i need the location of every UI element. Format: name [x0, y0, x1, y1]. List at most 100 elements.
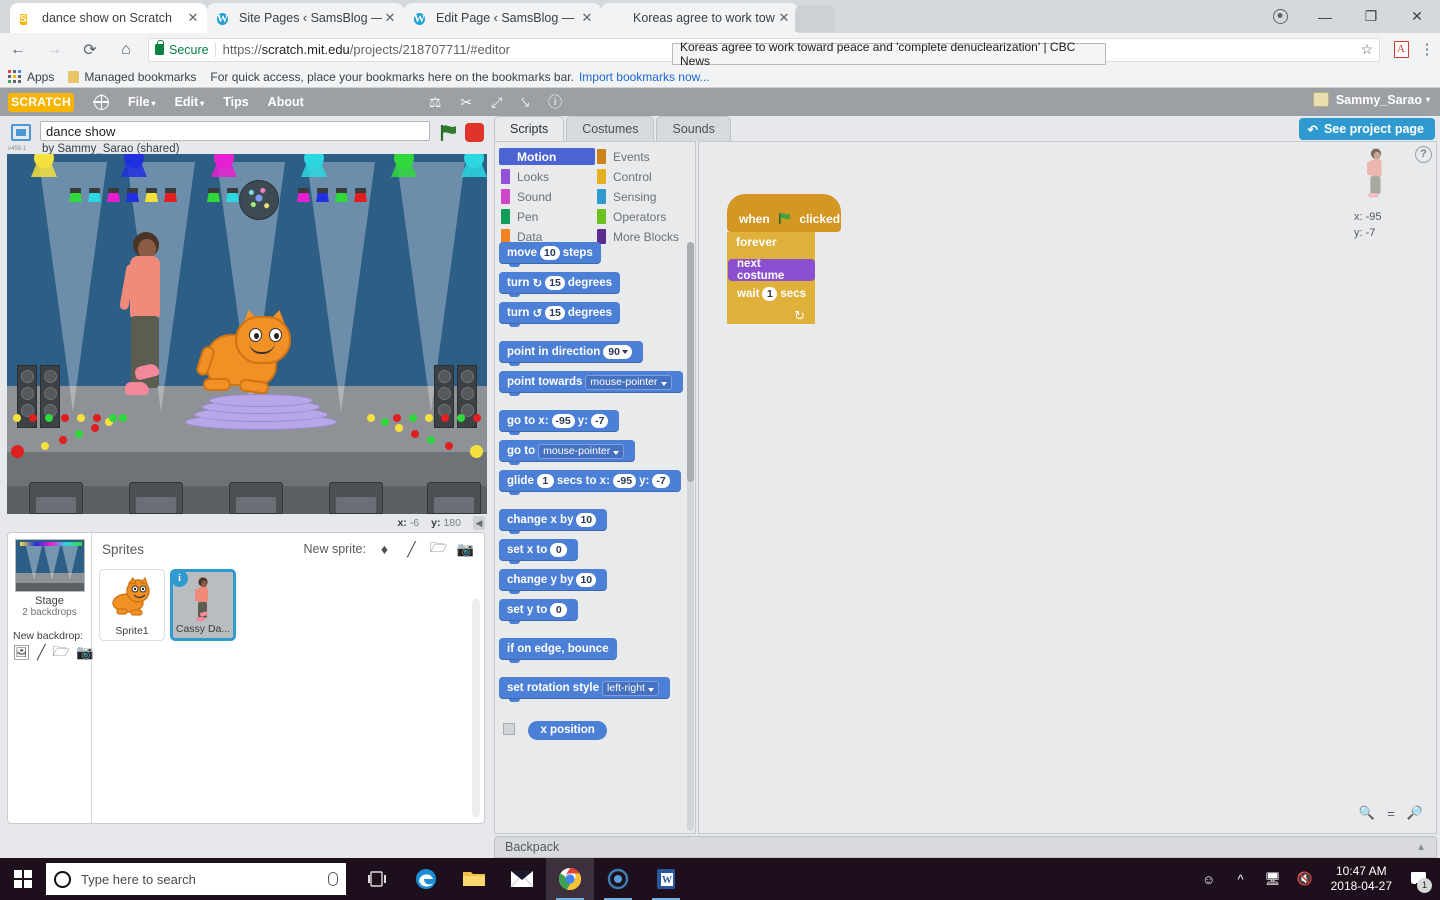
task-view-icon[interactable]: [354, 858, 402, 900]
import-bookmarks-link[interactable]: Import bookmarks now...: [579, 70, 710, 84]
backpack-expand-icon[interactable]: ▲: [1416, 842, 1426, 853]
scripts-canvas[interactable]: x: -95 y: -7 ? when clicked forever next…: [698, 141, 1437, 834]
x-position-checkbox[interactable]: [503, 722, 515, 735]
taskbar-clock[interactable]: 10:47 AM 2018-04-27: [1321, 864, 1402, 894]
stop-icon[interactable]: [465, 123, 484, 142]
block-forever[interactable]: forever next costume wait 1 secs ↻: [727, 232, 815, 324]
mail-icon[interactable]: [498, 858, 546, 900]
close-icon[interactable]: ✕: [382, 10, 398, 26]
tab-scripts[interactable]: Scripts: [494, 116, 565, 141]
category-motion[interactable]: Motion: [499, 148, 595, 165]
bookmark-star-icon[interactable]: ☆: [1360, 41, 1373, 58]
rotation-style-dropdown[interactable]: left-right: [602, 680, 659, 696]
paint-backdrop-icon[interactable]: ╱: [37, 644, 45, 661]
stage-thumbnail[interactable]: [14, 539, 85, 592]
block-wait[interactable]: wait 1 secs: [728, 283, 815, 305]
chrome-icon[interactable]: [546, 858, 594, 900]
palette-block-point-towards[interactable]: point towards mouse-pointer: [499, 371, 683, 396]
notification-center-icon[interactable]: 1: [1402, 858, 1436, 900]
word-icon[interactable]: W: [642, 858, 690, 900]
home-icon[interactable]: ⌂: [108, 33, 144, 66]
cortana-icon[interactable]: [594, 858, 642, 900]
camera-sprite-icon[interactable]: 📷: [457, 541, 474, 558]
project-title-input[interactable]: [40, 121, 430, 141]
block-when-flag-clicked[interactable]: when clicked: [727, 194, 841, 232]
back-icon[interactable]: ←: [0, 33, 36, 66]
managed-bookmarks[interactable]: Managed bookmarks: [68, 70, 196, 84]
palette-block-if-on-edge-bounce[interactable]: if on edge, bounce: [499, 638, 617, 663]
upload-backdrop-icon[interactable]: 🗁: [52, 643, 69, 661]
scratch-logo[interactable]: SCRATCH: [8, 92, 74, 112]
globe-language-icon[interactable]: [93, 93, 109, 110]
zoom-reset-icon[interactable]: =: [1380, 803, 1402, 823]
palette-block-change-x[interactable]: change x by 10: [499, 509, 608, 534]
shrink-icon[interactable]: ⤥: [521, 94, 529, 111]
palette-scrollbar[interactable]: [687, 242, 694, 831]
upload-sprite-icon[interactable]: 🗁: [430, 539, 447, 558]
palette-reporter-x-position[interactable]: x position: [528, 720, 607, 740]
stage-display[interactable]: [7, 154, 487, 514]
menu-kebab-icon[interactable]: ⋮: [1414, 33, 1440, 66]
palette-block-change-y[interactable]: change y by 10: [499, 569, 608, 594]
start-button[interactable]: [0, 858, 46, 900]
palette-block-point-in-direction[interactable]: point in direction 90: [499, 341, 643, 366]
palette-block-glide[interactable]: glide 1 secs to x: -95 y: -7: [499, 470, 681, 495]
network-icon[interactable]: 🖥: [1257, 858, 1289, 900]
palette-block-turn-ccw[interactable]: turn ↺ 15 degrees: [499, 302, 620, 327]
category-sensing[interactable]: Sensing: [595, 188, 691, 205]
palette-block-move[interactable]: move 10 steps: [499, 242, 601, 267]
scissors-delete-icon[interactable]: ✂: [460, 94, 472, 111]
direction-dropdown[interactable]: 90: [603, 345, 632, 359]
pdf-extension-icon[interactable]: A: [1388, 33, 1414, 66]
camera-backdrop-icon[interactable]: 📷: [76, 644, 93, 661]
backpack-bar[interactable]: Backpack ▲: [494, 836, 1437, 858]
edge-icon[interactable]: [402, 858, 450, 900]
browser-tab-0[interactable]: S dance show on Scratch ✕: [10, 3, 207, 33]
paint-sprite-icon[interactable]: ╱: [403, 541, 420, 558]
new-tab-button[interactable]: [795, 5, 835, 32]
palette-block-set-x[interactable]: set x to 0: [499, 539, 579, 564]
menu-edit[interactable]: Edit ▾: [175, 95, 205, 109]
stamp-duplicate-icon[interactable]: ⚖: [429, 94, 442, 111]
category-events[interactable]: Events: [595, 148, 691, 165]
apps-shortcut[interactable]: Apps: [8, 70, 54, 84]
taskbar-search[interactable]: Type here to search: [46, 863, 346, 895]
question-mark-icon[interactable]: ?: [1415, 146, 1432, 163]
choose-backdrop-icon[interactable]: 🖼: [13, 644, 31, 661]
towards-dropdown[interactable]: mouse-pointer: [585, 374, 672, 390]
tab-sounds[interactable]: Sounds: [656, 116, 731, 141]
script-stack[interactable]: when clicked forever next costume wait 1…: [727, 194, 841, 324]
wait-value[interactable]: 1: [762, 287, 778, 301]
profile-icon[interactable]: [1258, 0, 1302, 33]
sprite-cat[interactable]: [194, 308, 293, 416]
close-icon[interactable]: ✕: [776, 10, 792, 26]
palette-block-set-y[interactable]: set y to 0: [499, 599, 579, 624]
sprite-item-sprite1[interactable]: Sprite1: [99, 569, 165, 641]
palette-block-go-to[interactable]: go to mouse-pointer: [499, 440, 636, 465]
sprite-info-badge[interactable]: i: [171, 570, 188, 587]
show-hidden-icons-icon[interactable]: ^: [1225, 858, 1257, 900]
category-sound[interactable]: Sound: [499, 188, 595, 205]
block-next-costume[interactable]: next costume: [728, 258, 815, 282]
palette-block-go-to-xy[interactable]: go to x: -95 y: -7: [499, 410, 620, 435]
menu-file[interactable]: File ▾: [128, 95, 156, 109]
category-control[interactable]: Control: [595, 168, 691, 185]
collapse-stage-icon[interactable]: ◀: [473, 516, 485, 530]
see-project-page-button[interactable]: ↶ See project page: [1299, 118, 1435, 140]
palette-block-turn-cw[interactable]: turn ↻ 15 degrees: [499, 272, 620, 297]
zoom-out-icon[interactable]: 🔍: [1356, 803, 1378, 823]
grow-icon[interactable]: ⤢: [491, 94, 502, 111]
goto-dropdown[interactable]: mouse-pointer: [538, 443, 625, 459]
zoom-in-icon[interactable]: 🔎: [1404, 803, 1426, 823]
file-explorer-icon[interactable]: [450, 858, 498, 900]
reload-icon[interactable]: ⟳: [72, 33, 108, 66]
microphone-icon[interactable]: [328, 872, 338, 886]
sprite-list-scrollbar[interactable]: [472, 599, 480, 817]
forward-icon[interactable]: →: [36, 33, 72, 66]
category-pen[interactable]: Pen: [499, 208, 595, 225]
green-flag-icon[interactable]: [438, 122, 460, 144]
palette-block-set-rotation-style[interactable]: set rotation style left-right: [499, 677, 670, 702]
browser-tab-1[interactable]: W Site Pages ‹ SamsBlog — ✕: [207, 3, 404, 33]
sprite-item-cassy[interactable]: i Cassy Da...: [170, 569, 236, 641]
category-looks[interactable]: Looks: [499, 168, 595, 185]
